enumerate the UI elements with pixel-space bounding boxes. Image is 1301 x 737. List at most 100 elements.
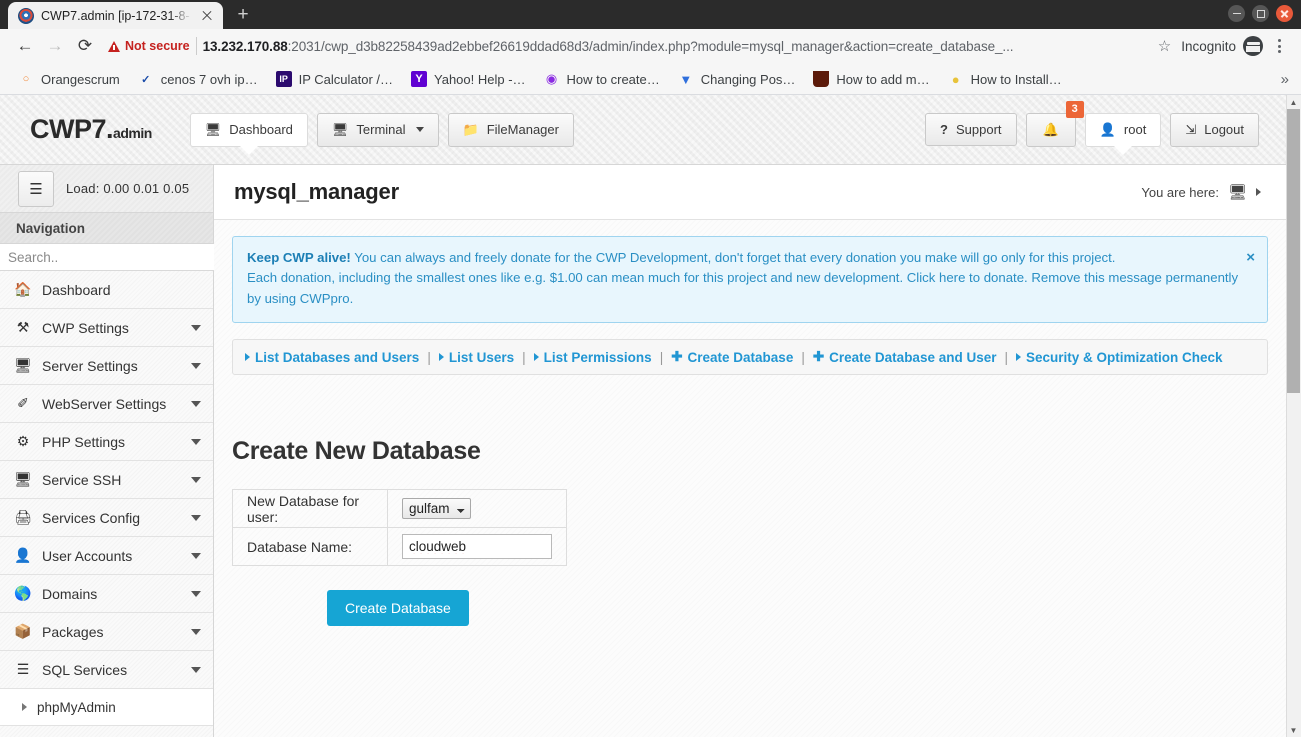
tab-close-icon[interactable] xyxy=(199,8,215,24)
sidebar-search-input[interactable] xyxy=(0,244,214,271)
reload-button[interactable]: ⟳ xyxy=(70,31,100,61)
browser-tab[interactable]: CWP7.admin [ip-172-31-8- xyxy=(8,2,223,29)
bookmark-how-to-install[interactable]: ● How to Install… xyxy=(940,68,1070,90)
database-name-input[interactable] xyxy=(402,534,552,560)
breadcrumb: You are here: 🖥 xyxy=(1141,183,1261,201)
new-tab-button[interactable]: + xyxy=(229,2,257,29)
main-content: mysql_manager You are here: 🖥 × Keep CWP… xyxy=(214,165,1286,737)
bookmark-changing-pos[interactable]: ▼ Changing Pos… xyxy=(670,68,804,90)
tab-separator: | xyxy=(1004,349,1008,365)
database-icon[interactable]: ☰ xyxy=(18,170,54,207)
dbname-value-cell xyxy=(387,527,567,567)
warning-triangle-icon xyxy=(108,40,120,52)
tab-favicon-icon xyxy=(18,7,34,24)
bookmark-orangescrum[interactable]: ○ Orangescrum xyxy=(10,68,128,90)
incognito-icon xyxy=(1243,36,1263,56)
bookmark-label: Yahoo! Help -… xyxy=(434,71,526,87)
sidebar-item-webserver-settings[interactable]: ✐ WebServer Settings xyxy=(0,385,213,423)
sidebar-item-packages[interactable]: 📦 Packages xyxy=(0,613,213,651)
chrome-menu-icon[interactable] xyxy=(1267,32,1291,60)
sidebar-item-php-settings[interactable]: ⚙ PHP Settings xyxy=(0,423,213,461)
support-button[interactable]: ? Support xyxy=(925,113,1017,146)
database-user-select[interactable]: gulfam xyxy=(402,498,471,520)
cwp-header: CWP7.admin 🖥 Dashboard 🖥 Terminal 📁 File… xyxy=(0,95,1286,165)
bookmarks-overflow-button[interactable]: » xyxy=(1281,71,1289,88)
maximize-icon[interactable] xyxy=(1252,5,1269,22)
alert-close-icon[interactable]: × xyxy=(1246,246,1255,269)
user-label: root xyxy=(1123,122,1147,137)
create-database-form-table: New Database for user: gulfam Database N… xyxy=(232,489,567,567)
bookmark-label: Changing Pos… xyxy=(700,71,796,87)
nav-terminal-button[interactable]: 🖥 Terminal xyxy=(316,112,439,147)
page-title: mysql_manager xyxy=(234,179,399,204)
bookmark-cenos[interactable]: ✓ cenos 7 ovh ip… xyxy=(130,68,266,90)
logo-main: CWP7 xyxy=(30,114,107,144)
back-button[interactable]: ← xyxy=(10,31,40,61)
page-scrollbar-thumb[interactable] xyxy=(1287,109,1300,393)
create-database-button[interactable]: Create Database xyxy=(327,590,469,627)
tab-security-optimization-check[interactable]: Security & Optimization Check xyxy=(1016,350,1223,365)
page-scrollbar[interactable]: ▲ ▼ xyxy=(1286,95,1301,737)
sidebar-item-domains[interactable]: 🌎 Domains xyxy=(0,575,213,613)
sidebar-item-label: Dashboard xyxy=(42,281,111,298)
tab-create-database-and-user[interactable]: ✚ Create Database and User xyxy=(813,349,997,365)
navigation-title: Navigation xyxy=(0,213,213,244)
user-label-cell: New Database for user: xyxy=(232,489,388,529)
chevron-down-icon xyxy=(191,590,201,597)
monitor-icon: 🖥 xyxy=(331,121,349,137)
sidebar-item-user-accounts[interactable]: 👤 User Accounts xyxy=(0,537,213,575)
user-menu-button[interactable]: 👤 root xyxy=(1084,112,1162,147)
not-secure-indicator[interactable]: Not secure xyxy=(108,39,190,53)
nav-dashboard-button[interactable]: 🖥 Dashboard xyxy=(189,112,308,147)
tab-create-database[interactable]: ✚ Create Database xyxy=(671,349,793,365)
bookmark-label: Orangescrum xyxy=(41,71,120,87)
logout-button[interactable]: ⇲ Logout xyxy=(1170,112,1259,147)
user-icon: 👤 xyxy=(14,547,32,563)
forward-button[interactable]: → xyxy=(40,31,70,61)
browser-window: CWP7.admin [ip-172-31-8- + ← → ⟳ Not sec… xyxy=(0,0,1301,737)
minimize-icon[interactable] xyxy=(1228,5,1245,22)
sidebar-item-service-ssh[interactable]: 🖥 Service SSH xyxy=(0,461,213,499)
bookmark-how-to-create[interactable]: ◉ How to create… xyxy=(536,68,668,90)
chevron-down-icon xyxy=(191,362,201,369)
sidebar-item-services-config[interactable]: 🖨 Services Config xyxy=(0,499,213,537)
tab-list-permissions[interactable]: List Permissions xyxy=(533,350,652,365)
bookmark-ip-calculator[interactable]: IP IP Calculator /… xyxy=(268,68,401,90)
tab-label: List Databases and Users xyxy=(255,349,420,365)
dbname-label-cell: Database Name: xyxy=(232,527,388,567)
url-host: 13.232.170.88 xyxy=(202,38,288,54)
arrow-right-icon xyxy=(245,353,250,362)
bookmark-how-to-add-m[interactable]: How to add m… xyxy=(805,68,937,90)
sidebar-item-sql-services[interactable]: ☰ SQL Services xyxy=(0,651,213,689)
sidebar-item-label: Server Settings xyxy=(42,357,138,374)
nav-dashboard-label: Dashboard xyxy=(229,122,293,137)
incognito-indicator[interactable]: Incognito xyxy=(1177,36,1267,56)
package-icon: 📦 xyxy=(14,623,32,639)
chevron-down-icon xyxy=(191,514,201,521)
vultr-icon: ✓ xyxy=(141,73,151,86)
tab-separator: | xyxy=(659,349,664,365)
ip-icon: IP xyxy=(275,71,292,87)
tab-list-databases-and-users[interactable]: List Databases and Users xyxy=(245,350,419,365)
arrow-right-icon xyxy=(1016,353,1021,362)
sidebar-item-cwp-settings[interactable]: ⚒ CWP Settings xyxy=(0,309,213,347)
bookmark-yahoo-help[interactable]: Y Yahoo! Help -… xyxy=(403,68,534,90)
content-area: × Keep CWP alive! You can always and fre… xyxy=(214,220,1286,737)
nav-filemanager-button[interactable]: 📁 FileManager xyxy=(447,112,574,147)
bookmark-star-icon[interactable]: ☆ xyxy=(1152,37,1177,55)
tab-list-users[interactable]: List Users xyxy=(438,350,514,365)
chevron-down-icon xyxy=(191,400,201,407)
globe-icon: 🌎 xyxy=(14,585,32,601)
scroll-up-icon[interactable]: ▲ xyxy=(1287,95,1300,109)
sidebar-item-phpmyadmin[interactable]: phpMyAdmin xyxy=(0,689,213,726)
address-bar[interactable]: Not secure 13.232.170.88:2031/cwp_d3b822… xyxy=(108,32,1144,60)
cwp-main-nav: 🖥 Dashboard 🖥 Terminal 📁 FileManager xyxy=(189,112,574,147)
close-icon[interactable] xyxy=(1276,5,1293,22)
load-text: Load: 0.00 0.01 0.05 xyxy=(66,181,190,196)
notifications-button[interactable]: 🔔 3 xyxy=(1025,100,1084,147)
scroll-down-icon[interactable]: ▼ xyxy=(1287,723,1300,737)
sidebar-item-server-settings[interactable]: 🖥 Server Settings xyxy=(0,347,213,385)
sidebar-item-dashboard[interactable]: 🏠 Dashboard xyxy=(0,271,213,309)
v-icon: ▼ xyxy=(679,71,693,87)
server-icon: 🖨 xyxy=(14,509,32,525)
